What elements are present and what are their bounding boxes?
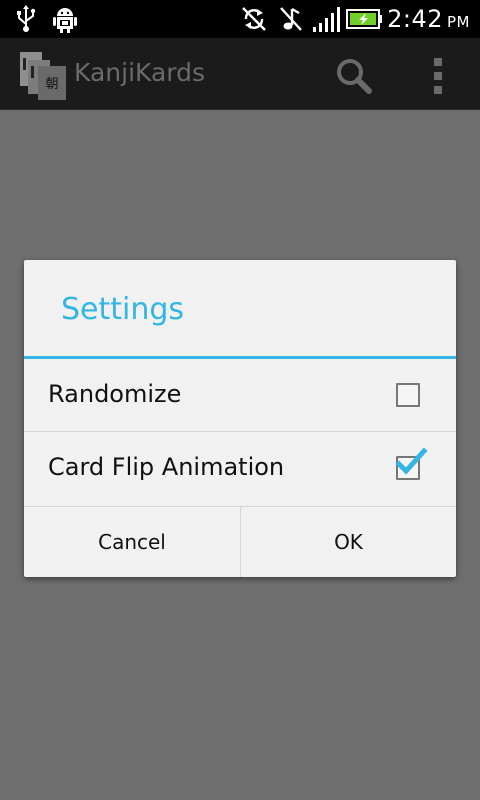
dialog-title: Settings (61, 292, 185, 327)
check-mark-icon (394, 446, 428, 480)
status-clock: 2:42 PM (387, 5, 470, 33)
option-label: Randomize (48, 380, 182, 408)
option-label: Card Flip Animation (48, 453, 285, 481)
settings-dialog: Settings Randomize Card Flip Animation C… (24, 260, 456, 577)
status-bar: 2:42 PM (0, 0, 480, 38)
action-bar: 朝 KanjiKards (0, 38, 480, 110)
app-icon-glyph: 朝 (45, 77, 58, 92)
android-debug-icon (52, 5, 78, 37)
sync-icon (240, 5, 268, 37)
overflow-menu-icon[interactable] (426, 56, 450, 96)
app-icon[interactable]: 朝 (18, 50, 70, 102)
clock-time: 2:42 (387, 5, 443, 33)
dialog-button-bar: Cancel OK (24, 506, 456, 577)
ok-button[interactable]: OK (240, 507, 456, 577)
signal-icon (312, 5, 342, 37)
app-title: KanjiKards (74, 58, 206, 87)
option-randomize[interactable]: Randomize (24, 359, 456, 432)
clock-ampm: PM (447, 13, 470, 31)
cancel-button[interactable]: Cancel (24, 507, 240, 577)
music-note-icon (278, 5, 304, 37)
randomize-checkbox[interactable] (396, 383, 420, 407)
option-card-flip-animation[interactable]: Card Flip Animation (24, 432, 456, 505)
battery-charging-icon (346, 5, 384, 37)
search-icon[interactable] (334, 56, 374, 96)
usb-icon (14, 5, 38, 37)
